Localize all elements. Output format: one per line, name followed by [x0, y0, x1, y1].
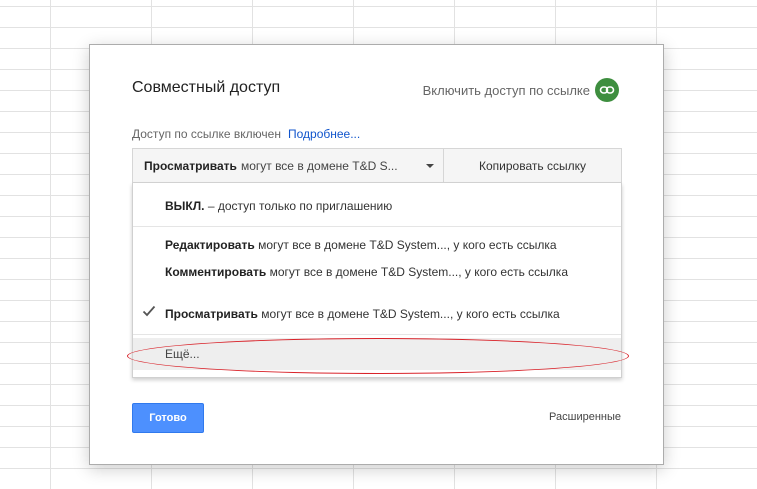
share-dialog: Совместный доступ Включить доступ по ссы… [89, 44, 664, 465]
enable-link-sharing[interactable]: Включить доступ по ссылке [423, 78, 619, 102]
menu-item-comment-rest: могут все в домене T&D System..., у кого… [266, 265, 568, 279]
menu-item-off[interactable]: ВЫКЛ. – доступ только по приглашению [165, 199, 611, 214]
dropdown-caret-icon [426, 164, 434, 168]
permission-dropdown[interactable]: Просматривать могут все в домене T&D S..… [132, 148, 444, 183]
menu-item-edit-strong: Редактировать [165, 238, 255, 252]
link-icon[interactable] [595, 78, 619, 102]
menu-item-view[interactable]: Просматривать могут все в домене T&D Sys… [165, 307, 611, 322]
menu-divider [133, 334, 621, 335]
dialog-title: Совместный доступ [132, 79, 281, 96]
learn-more-link[interactable]: Подробнее... [288, 127, 360, 141]
permission-menu: ВЫКЛ. – доступ только по приглашению Ред… [132, 183, 622, 378]
enable-link-sharing-label: Включить доступ по ссылке [422, 82, 590, 98]
menu-item-more-label: Ещё... [165, 347, 200, 361]
copy-link-button[interactable]: Копировать ссылку [444, 148, 622, 183]
menu-item-more[interactable]: Ещё... [133, 338, 621, 370]
menu-item-off-strong: ВЫКЛ. [165, 199, 205, 213]
link-access-status: Доступ по ссылке включен Подробнее... [132, 127, 360, 141]
permission-level: Просматривать [144, 158, 237, 173]
menu-item-view-strong: Просматривать [165, 307, 258, 321]
menu-item-edit[interactable]: Редактировать могут все в домене T&D Sys… [165, 238, 611, 253]
checkmark-icon [142, 304, 156, 322]
menu-item-edit-rest: могут все в домене T&D System..., у кого… [254, 238, 557, 252]
advanced-link[interactable]: Расширенные [549, 411, 621, 423]
menu-item-comment[interactable]: Комментировать могут все в домене T&D Sy… [165, 265, 611, 280]
menu-item-off-rest: – доступ только по приглашению [204, 199, 393, 213]
menu-item-view-rest: могут все в домене T&D System..., у кого… [257, 307, 560, 321]
menu-divider [133, 226, 621, 227]
link-access-status-text: Доступ по ссылке включен [132, 127, 281, 141]
permission-scope: могут все в домене T&D S... [240, 158, 398, 173]
done-button[interactable]: Готово [132, 403, 204, 433]
menu-item-comment-strong: Комментировать [165, 265, 267, 279]
